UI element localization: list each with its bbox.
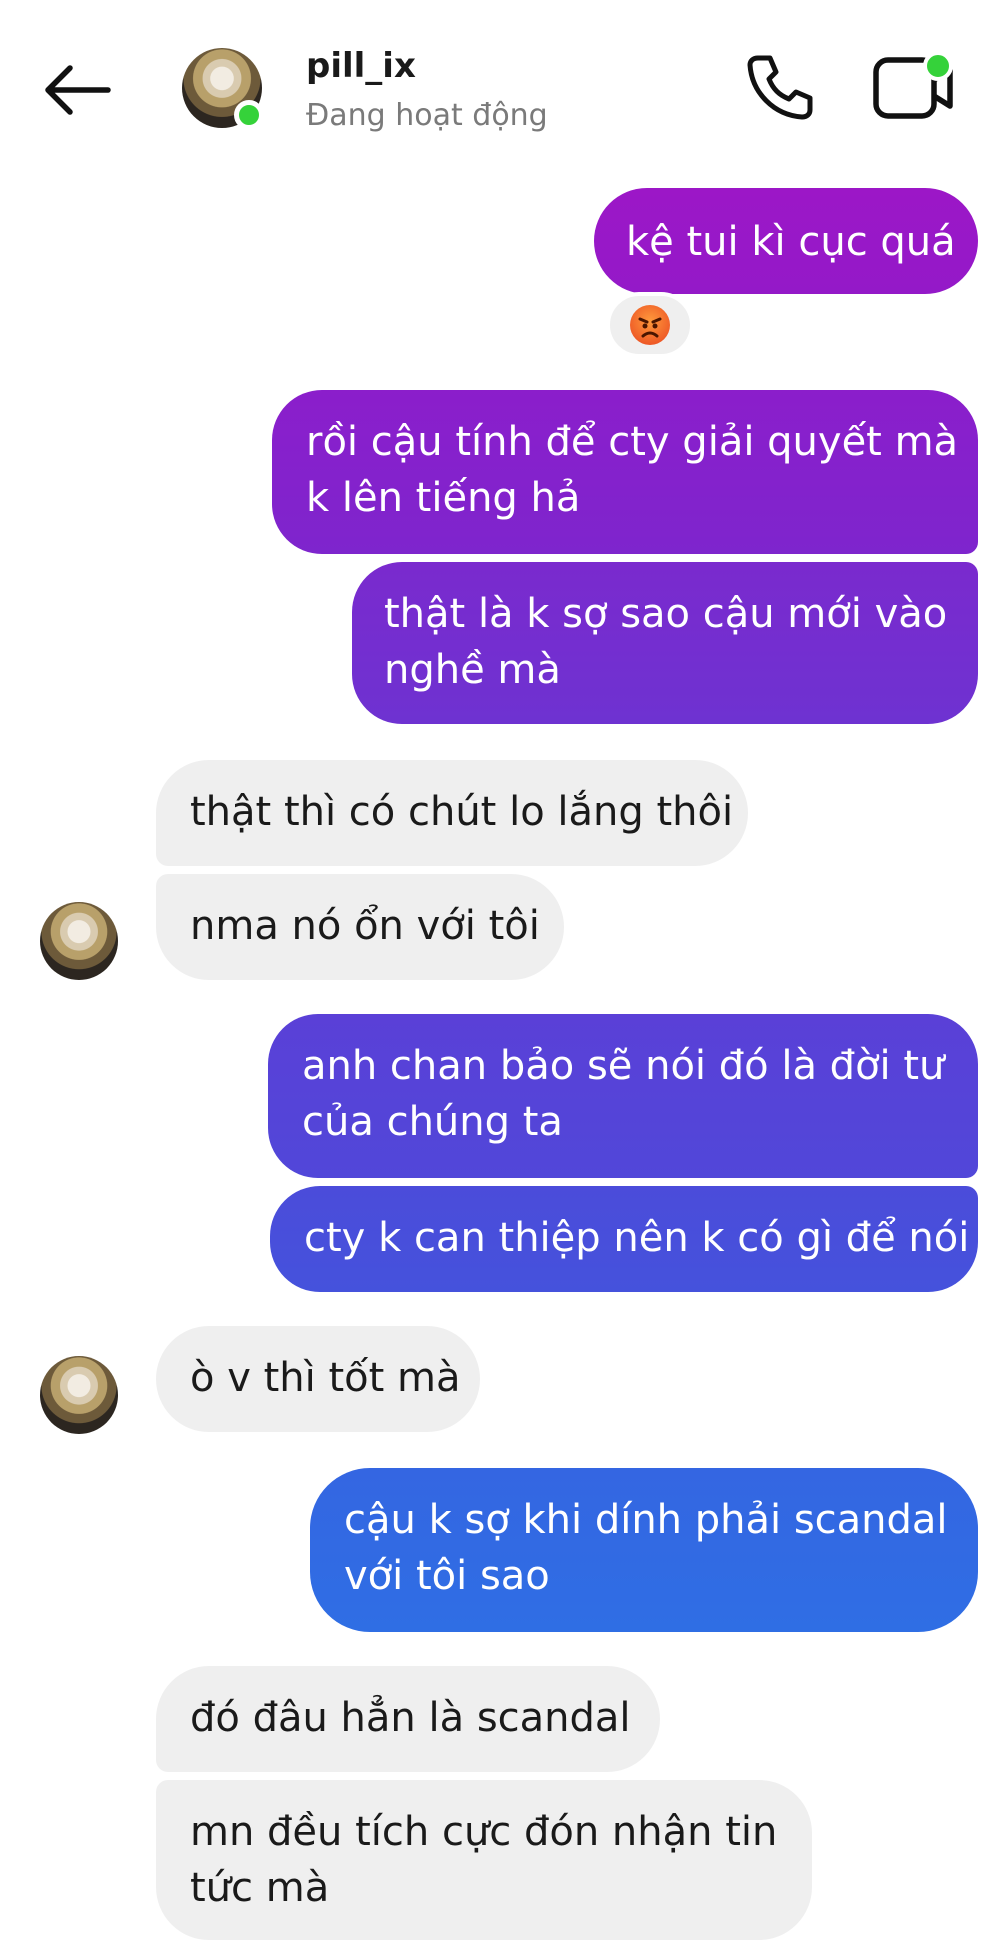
contact-status: Đang hoạt động xyxy=(306,98,548,133)
avatar[interactable] xyxy=(40,902,118,980)
message-line: k lên tiếng hả xyxy=(306,475,581,521)
message-line: đó đâu hẳn là scandal xyxy=(190,1695,631,1741)
message-line: kệ tui kì cục quá xyxy=(626,219,956,265)
message-line: với tôi sao xyxy=(344,1553,550,1599)
message-line: ò v thì tốt mà xyxy=(190,1355,461,1401)
online-status-dot xyxy=(234,100,264,130)
message-bubble-incoming[interactable]: mn đều tích cực đón nhận tin tức mà xyxy=(156,1780,812,1940)
chat-header: pill_ix Đang hoạt động xyxy=(0,0,1002,170)
message-bubble-incoming[interactable]: nma nó ổn với tôi xyxy=(156,874,564,980)
message-bubble-incoming[interactable]: ò v thì tốt mà xyxy=(156,1326,480,1432)
message-line: mn đều tích cực đón nhận tin xyxy=(190,1809,778,1855)
message-bubble-outgoing[interactable]: rồi cậu tính để cty giải quyết mà k lên … xyxy=(272,390,978,554)
message-line: anh chan bảo sẽ nói đó là đời tư xyxy=(302,1043,945,1089)
message-line: nghề mà xyxy=(384,647,561,693)
video-camera-icon[interactable] xyxy=(872,50,962,122)
arrow-left-icon[interactable] xyxy=(38,60,118,120)
message-bubble-outgoing[interactable]: thật là k sợ sao cậu mới vào nghề mà xyxy=(352,562,978,724)
message-bubble-outgoing[interactable]: cty k can thiệp nên k có gì để nói xyxy=(270,1186,978,1292)
phone-icon[interactable] xyxy=(744,52,814,122)
contact-username[interactable]: pill_ix xyxy=(306,46,416,86)
message-line: cậu k sợ khi dính phải scandal xyxy=(344,1497,948,1543)
message-line: thật thì có chút lo lắng thôi xyxy=(190,789,734,835)
avatar[interactable] xyxy=(40,1356,118,1434)
message-bubble-outgoing[interactable]: kệ tui kì cục quá xyxy=(594,188,978,294)
message-bubble-incoming[interactable]: thật thì có chút lo lắng thôi xyxy=(156,760,748,866)
message-line: của chúng ta xyxy=(302,1099,563,1145)
message-line: cty k can thiệp nên k có gì để nói xyxy=(304,1215,970,1261)
reaction-badge[interactable] xyxy=(606,292,694,358)
message-line: tức mà xyxy=(190,1865,330,1911)
message-line: rồi cậu tính để cty giải quyết mà xyxy=(306,419,959,465)
message-line: nma nó ổn với tôi xyxy=(190,903,540,949)
message-bubble-incoming[interactable]: đó đâu hẳn là scandal xyxy=(156,1666,660,1772)
message-bubble-outgoing[interactable]: anh chan bảo sẽ nói đó là đời tư của chú… xyxy=(268,1014,978,1178)
message-line: thật là k sợ sao cậu mới vào xyxy=(384,591,948,637)
message-bubble-outgoing[interactable]: cậu k sợ khi dính phải scandal với tôi s… xyxy=(310,1468,978,1632)
angry-face-icon xyxy=(630,305,670,345)
